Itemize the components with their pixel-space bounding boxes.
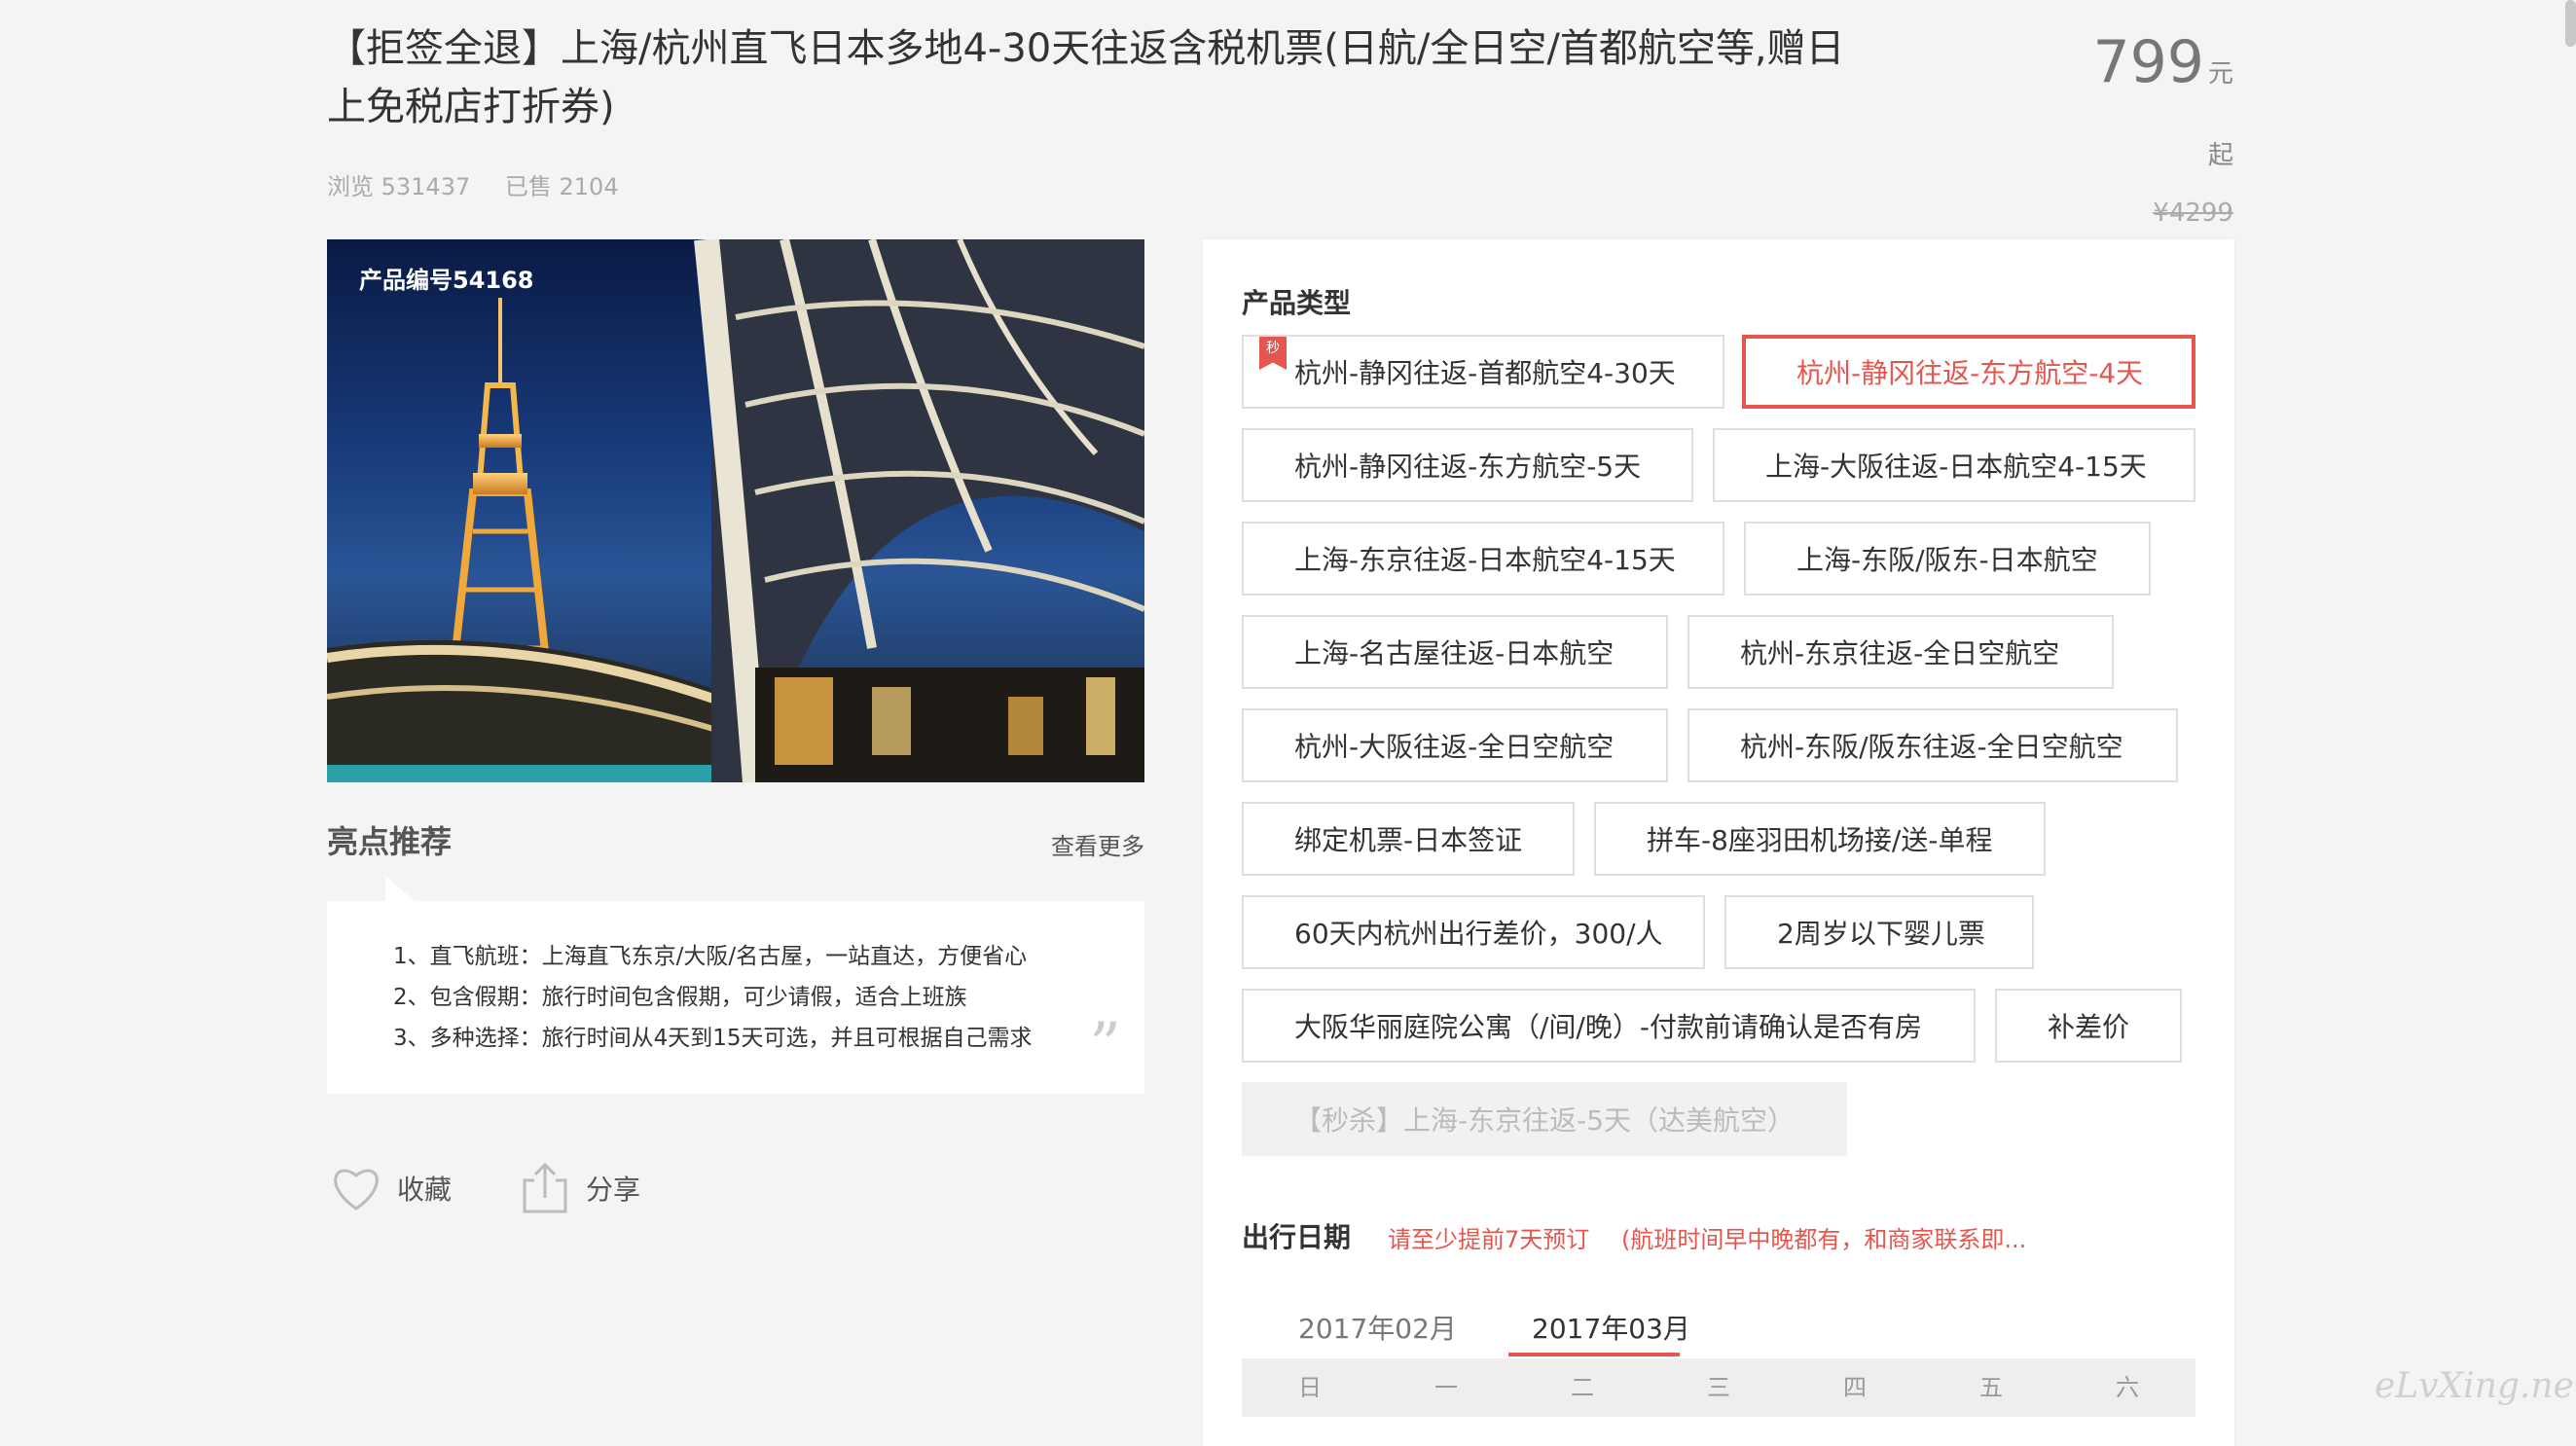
weekday-sat: 六	[2116, 1374, 2139, 1401]
highlight-item: 3、多种选择：旅行时间从4天到15天可选，并且可根据自己需求	[393, 1026, 1033, 1051]
product-type-label: 产品类型	[1242, 287, 1352, 319]
option-label: 上海-大阪往返-日本航空4-15天	[1765, 451, 2147, 483]
active-month-indicator	[1508, 1353, 1680, 1356]
option-label: 杭州-大阪往返-全日空航空	[1294, 731, 1615, 763]
product-option[interactable]: 大阪华丽庭院公寓（/间/晚）-付款前请确认是否有房	[1242, 989, 1976, 1063]
watermark: eLvXing.net	[2375, 1366, 2576, 1406]
option-label: 杭州-东阪/阪东往返-全日空航空	[1740, 731, 2123, 763]
travel-date-label: 出行日期	[1242, 1221, 1352, 1253]
flight-time-notice: (航班时间早中晚都有，和商家联系即...	[1621, 1226, 2027, 1253]
product-option-selected[interactable]: 杭州-静冈往返-东方航空-4天	[1742, 335, 2195, 409]
share-icon	[516, 1159, 574, 1217]
weekday-wed: 三	[1707, 1374, 1730, 1401]
booking-notice: 请至少提前7天预订	[1388, 1226, 1590, 1253]
option-label: 补差价	[2048, 1011, 2130, 1043]
option-label: 拼车-8座羽田机场接/送-单程	[1647, 824, 1993, 856]
highlights-box: 1、直飞航班：上海直飞东京/大阪/名古屋，一站直达，方便省心 2、包含假期：旅行…	[327, 876, 1144, 1094]
option-label: 杭州-东京往返-全日空航空	[1740, 637, 2060, 669]
current-price: 799 元起	[2073, 27, 2233, 191]
nagoya-tower-illustration	[327, 239, 1144, 782]
option-label: 杭州-静冈往返-东方航空-5天	[1294, 451, 1642, 483]
option-label: 绑定机票-日本签证	[1294, 824, 1523, 856]
highlights-list: 1、直飞航班：上海直飞东京/大阪/名古屋，一站直达，方便省心 2、包含假期：旅行…	[327, 901, 1144, 1059]
highlight-item: 2、包含假期：旅行时间包含假期，可少请假，适合上班族	[393, 985, 967, 1010]
product-option[interactable]: 补差价	[1995, 989, 2182, 1063]
product-option[interactable]: 上海-大阪往返-日本航空4-15天	[1713, 428, 2195, 502]
product-option[interactable]: 杭州-大阪往返-全日空航空	[1242, 708, 1668, 782]
price-value: 799	[2092, 28, 2204, 96]
weekday-tue: 二	[1571, 1374, 1594, 1401]
option-label: 杭州-静冈往返-东方航空-4天	[1796, 357, 2144, 389]
product-option[interactable]: 60天内杭州出行差价，300/人	[1242, 895, 1705, 969]
weekday-thu: 四	[1843, 1374, 1867, 1401]
product-photo[interactable]: 产品编号54168	[327, 239, 1144, 782]
month-tab-mar[interactable]: 2017年03月	[1532, 1308, 1690, 1347]
share-button[interactable]: 分享	[516, 1154, 640, 1222]
option-label: 上海-东京往返-日本航空4-15天	[1294, 544, 1676, 576]
view-more-link[interactable]: 查看更多	[1051, 827, 1144, 861]
product-option[interactable]: 拼车-8座羽田机场接/送-单程	[1594, 802, 2046, 876]
option-label: 杭州-静冈往返-首都航空4-30天	[1294, 357, 1676, 389]
view-count: 浏览 531437	[327, 173, 471, 200]
option-label: 大阪华丽庭院公寓（/间/晚）-付款前请确认是否有房	[1294, 1011, 1922, 1043]
product-title: 【拒签全退】上海/杭州直飞日本多地4-30天往返含税机票(日航/全日空/首都航空…	[327, 26, 1845, 129]
option-label: 2周岁以下婴儿票	[1777, 918, 1985, 950]
product-option[interactable]: 杭州-东阪/阪东往返-全日空航空	[1687, 708, 2178, 782]
share-label: 分享	[586, 1174, 641, 1206]
product-option[interactable]: 2周岁以下婴儿票	[1724, 895, 2034, 969]
price-unit: 元起	[2207, 59, 2233, 170]
product-option[interactable]: 上海-东京往返-日本航空4-15天	[1242, 522, 1724, 596]
product-option[interactable]: 绑定机票-日本签证	[1242, 802, 1575, 876]
product-code: 产品编号54168	[359, 267, 534, 294]
highlight-item: 1、直飞航班：上海直飞东京/大阪/名古屋，一站直达，方便省心	[393, 944, 1028, 969]
price-block: 799 元起 ¥4299	[2073, 27, 2233, 228]
weekday-sun: 日	[1298, 1374, 1322, 1401]
option-label: 上海-东阪/阪东-日本航空	[1796, 544, 2098, 576]
weekday-header: 日 一 二 三 四 五 六	[1242, 1358, 2195, 1417]
product-option[interactable]: 秒 杭州-静冈往返-首都航空4-30天	[1242, 335, 1724, 409]
quote-mark-icon: ”	[1089, 1010, 1121, 1082]
weekday-fri: 五	[1979, 1374, 2003, 1401]
product-option[interactable]: 杭州-东京往返-全日空航空	[1687, 615, 2114, 689]
scrollbar[interactable]	[2565, 0, 2576, 47]
option-label: 上海-名古屋往返-日本航空	[1294, 637, 1615, 669]
highlights-title: 亮点推荐	[327, 823, 453, 860]
product-option[interactable]: 杭州-静冈往返-东方航空-5天	[1242, 428, 1693, 502]
favorite-button[interactable]: 收藏	[327, 1154, 452, 1222]
favorite-label: 收藏	[397, 1174, 453, 1206]
product-stats: 浏览 531437 已售 2104	[327, 167, 646, 201]
sold-count: 已售 2104	[504, 173, 619, 200]
product-option-disabled: 【秒杀】上海-东京往返-5天（达美航空）	[1242, 1082, 1847, 1156]
heart-icon	[327, 1159, 385, 1217]
original-price: ¥4299	[2153, 199, 2233, 228]
option-label: 60天内杭州出行差价，300/人	[1294, 918, 1663, 950]
weekday-mon: 一	[1434, 1374, 1458, 1401]
month-tab-feb[interactable]: 2017年02月	[1298, 1308, 1457, 1347]
flash-sale-badge-icon: 秒	[1259, 337, 1287, 370]
option-label: 【秒杀】上海-东京往返-5天（达美航空）	[1294, 1104, 1796, 1137]
product-option[interactable]: 上海-东阪/阪东-日本航空	[1744, 522, 2151, 596]
product-option[interactable]: 上海-名古屋往返-日本航空	[1242, 615, 1668, 689]
